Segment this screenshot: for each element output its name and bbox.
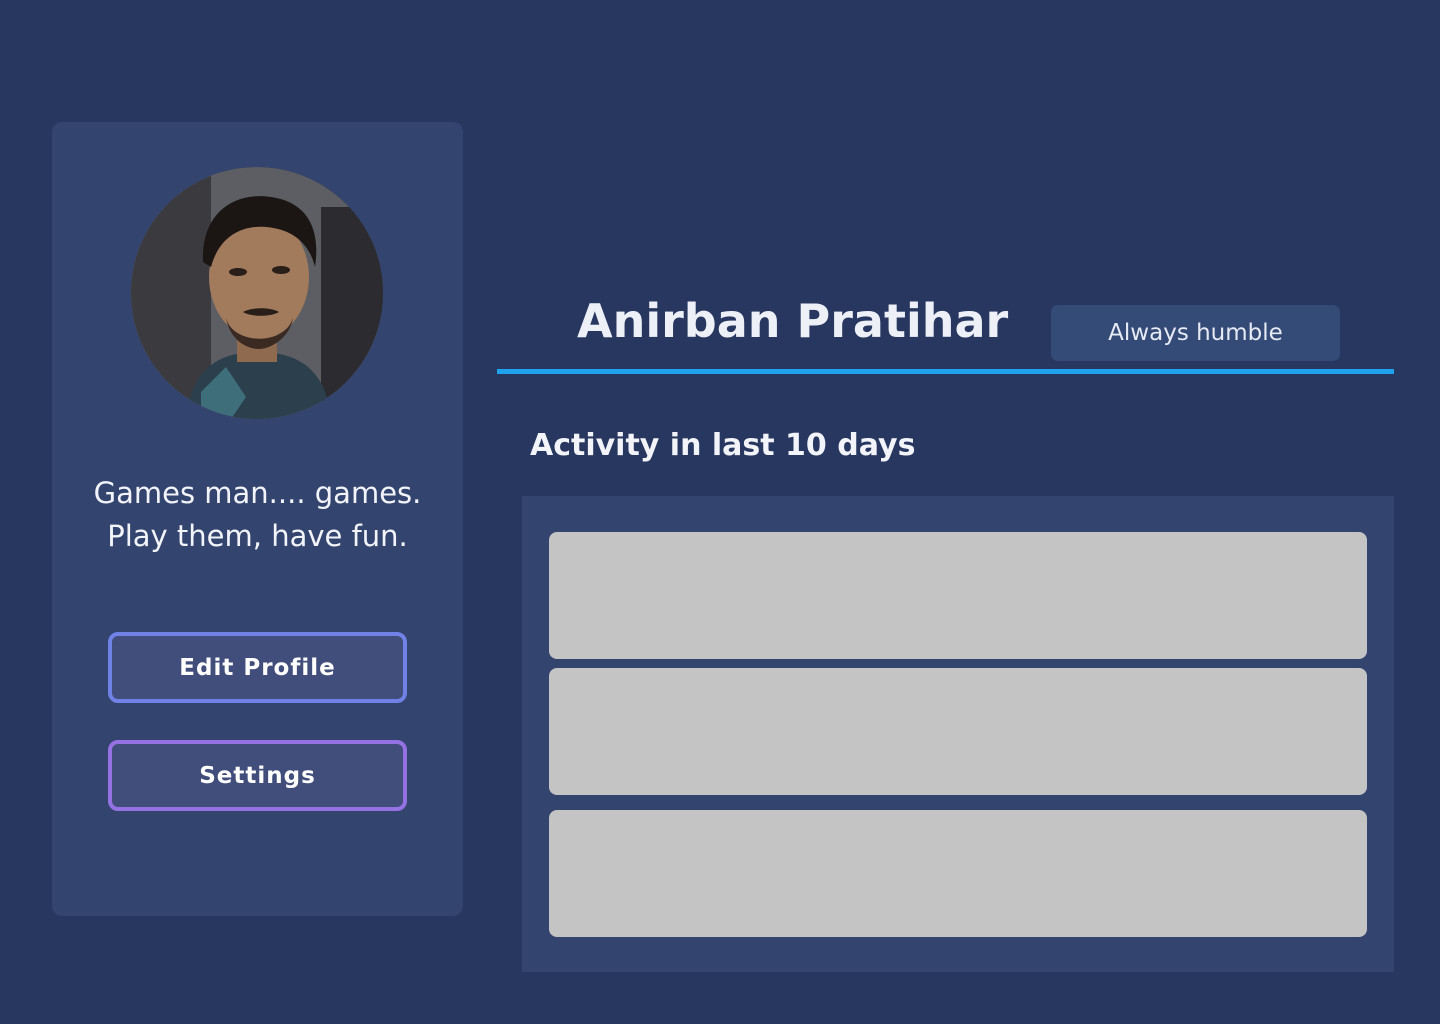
- profile-card: Games man.... games. Play them, have fun…: [52, 122, 463, 916]
- activity-item[interactable]: [549, 810, 1367, 937]
- edit-profile-button[interactable]: Edit Profile: [108, 632, 407, 703]
- status-badge: Always humble: [1051, 305, 1340, 361]
- activity-item[interactable]: [549, 668, 1367, 795]
- bio-line: Play them, have fun.: [107, 519, 408, 553]
- bio-line: Games man.... games.: [93, 476, 422, 510]
- settings-button[interactable]: Settings: [108, 740, 407, 811]
- avatar-portrait: [131, 167, 383, 419]
- avatar: [131, 167, 383, 419]
- bio: Games man.... games. Play them, have fun…: [52, 472, 463, 558]
- header-divider: [497, 369, 1394, 374]
- activity-panel: [522, 496, 1394, 972]
- activity-title: Activity in last 10 days: [530, 428, 916, 463]
- profile-name: Anirban Pratihar: [577, 294, 1009, 348]
- activity-item[interactable]: [549, 532, 1367, 659]
- profile-page: Games man.... games. Play them, have fun…: [0, 0, 1440, 1024]
